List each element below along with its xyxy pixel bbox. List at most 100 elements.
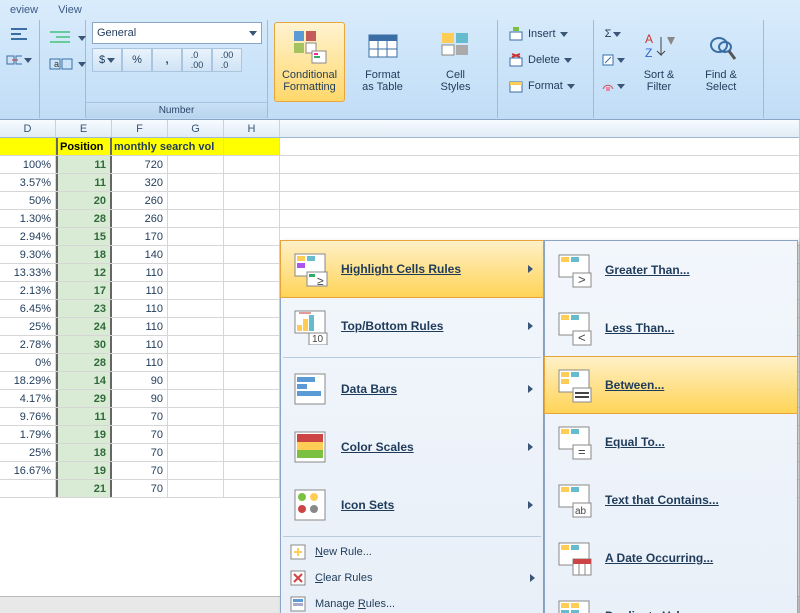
svg-text:<: <: [578, 330, 586, 345]
group-align-partial: [0, 20, 40, 118]
table-row[interactable]: 100%11720: [0, 156, 799, 174]
menu-separator: [283, 536, 541, 537]
svg-text:10: 10: [312, 334, 324, 345]
clear-button[interactable]: [600, 74, 626, 98]
find-select-button[interactable]: Find & Select: [692, 22, 750, 102]
tab-review[interactable]: eview: [10, 0, 38, 20]
increase-decimal-button[interactable]: .00.0: [212, 48, 242, 72]
submenu-arrow: [528, 322, 533, 330]
greater-than-item[interactable]: > Greater Than...: [545, 241, 797, 299]
highlight-cells-label: Highlight Cells Rules: [341, 262, 461, 276]
delete-button[interactable]: Delete: [504, 48, 587, 72]
manage-rules-item[interactable]: Manage Rules...: [281, 591, 543, 613]
table-row[interactable]: 50%20260: [0, 192, 799, 210]
sort-filter-icon: AZ: [639, 27, 679, 67]
merge-icon[interactable]: [6, 48, 32, 72]
less-than-label: Less Than...: [605, 321, 674, 335]
group-styles: Conditional Formatting Format as Table C…: [268, 20, 498, 118]
tab-view[interactable]: View: [58, 0, 82, 20]
svg-text:a: a: [54, 59, 59, 69]
text-contains-label: Text that Contains...: [605, 493, 719, 507]
ribbon-tabs: eview View: [0, 0, 82, 20]
between-icon: [555, 366, 593, 404]
group-cells: Insert Delete Format: [498, 20, 594, 118]
percent-button[interactable]: %: [122, 48, 152, 72]
data-bars-label: Data Bars: [341, 382, 397, 396]
top-bottom-rules-item[interactable]: 10 Top/Bottom Rules: [281, 297, 543, 355]
number-format-value: General: [97, 27, 136, 39]
conditional-formatting-icon: [290, 27, 330, 67]
highlight-cells-submenu: > Greater Than... < Less Than... Between…: [544, 240, 798, 613]
svg-text:A: A: [645, 32, 653, 46]
insert-button[interactable]: Insert: [504, 22, 587, 46]
find-icon: [701, 27, 741, 67]
conditional-formatting-menu: ≥ Highlight Cells Rules 10 Top/Bottom Ru…: [280, 240, 544, 613]
greater-than-icon: >: [555, 251, 593, 289]
svg-text:Z: Z: [645, 46, 652, 60]
clear-rules-icon: [289, 569, 307, 587]
color-scales-label: Color Scales: [341, 440, 414, 454]
svg-text:=: =: [578, 444, 586, 459]
table-row[interactable]: 3.57%11320: [0, 174, 799, 192]
cell-styles-label: Cell Styles: [441, 69, 471, 93]
cell-styles-button[interactable]: Cell Styles: [420, 22, 491, 102]
col-header-f[interactable]: F: [112, 120, 168, 137]
col-header-g[interactable]: G: [168, 120, 224, 137]
submenu-arrow: [528, 265, 533, 273]
chevron-down-icon: [249, 31, 257, 36]
conditional-formatting-button[interactable]: Conditional Formatting: [274, 22, 345, 102]
greater-than-label: Greater Than...: [605, 263, 690, 277]
format-as-table-button[interactable]: Format as Table: [347, 22, 418, 102]
between-label: Between...: [605, 378, 664, 392]
sum-button[interactable]: Σ: [600, 22, 626, 46]
duplicate-values-item[interactable]: Duplicate Values...: [545, 587, 797, 613]
currency-button[interactable]: $: [92, 48, 122, 72]
col-header-e[interactable]: E: [56, 120, 112, 137]
between-item[interactable]: Between...: [544, 356, 798, 414]
submenu-arrow: [528, 385, 533, 393]
highlight-cells-icon: ≥: [291, 250, 329, 288]
sort-filter-button[interactable]: AZ Sort & Filter: [630, 22, 688, 102]
indent-icon[interactable]: [46, 26, 88, 50]
data-bars-icon: [291, 370, 329, 408]
text-contains-icon: ab: [555, 481, 593, 519]
table-row[interactable]: 1.30%28260: [0, 210, 799, 228]
icon-sets-label: Icon Sets: [341, 498, 394, 512]
comma-button[interactable]: ,: [152, 48, 182, 72]
color-scales-item[interactable]: Color Scales: [281, 418, 543, 476]
decrease-decimal-button[interactable]: .0.00: [182, 48, 212, 72]
col-header-h[interactable]: H: [224, 120, 280, 137]
format-icon: [508, 78, 524, 94]
new-rule-item[interactable]: New Rule...: [281, 539, 543, 565]
col-header-d[interactable]: D: [0, 120, 56, 137]
date-occurring-label: A Date Occurring...: [605, 551, 713, 565]
icon-sets-item[interactable]: Icon Sets: [281, 476, 543, 534]
submenu-arrow: [528, 501, 533, 509]
less-than-item[interactable]: < Less Than...: [545, 299, 797, 357]
merge-center-icon[interactable]: a: [46, 52, 88, 76]
format-button[interactable]: Format: [504, 74, 587, 98]
header-row: Positionmonthly search vol: [0, 138, 799, 156]
group-label-number: Number: [86, 102, 267, 118]
group-align2: a: [40, 20, 86, 118]
equal-icon: =: [555, 423, 593, 461]
new-rule-icon: [289, 543, 307, 561]
svg-text:>: >: [578, 272, 586, 287]
duplicate-icon: [555, 597, 593, 613]
color-scales-icon: [291, 428, 329, 466]
delete-icon: [508, 52, 524, 68]
duplicate-values-label: Duplicate Values...: [605, 609, 710, 613]
clear-rules-item[interactable]: Clear Rules: [281, 565, 543, 591]
date-occurring-item[interactable]: A Date Occurring...: [545, 529, 797, 587]
icon-sets-icon: [291, 486, 329, 524]
wrap-text-icon[interactable]: [6, 22, 32, 46]
group-editing: Σ AZ Sort & Filter Find & Select: [594, 20, 764, 118]
conditional-formatting-label: Conditional Formatting: [282, 69, 337, 93]
highlight-cells-rules-item[interactable]: ≥ Highlight Cells Rules: [280, 240, 544, 298]
fill-button[interactable]: [600, 48, 626, 72]
format-table-label: Format as Table: [362, 69, 403, 93]
equal-to-item[interactable]: = Equal To...: [545, 413, 797, 471]
text-contains-item[interactable]: ab Text that Contains...: [545, 471, 797, 529]
number-format-select[interactable]: General: [92, 22, 262, 44]
data-bars-item[interactable]: Data Bars: [281, 360, 543, 418]
